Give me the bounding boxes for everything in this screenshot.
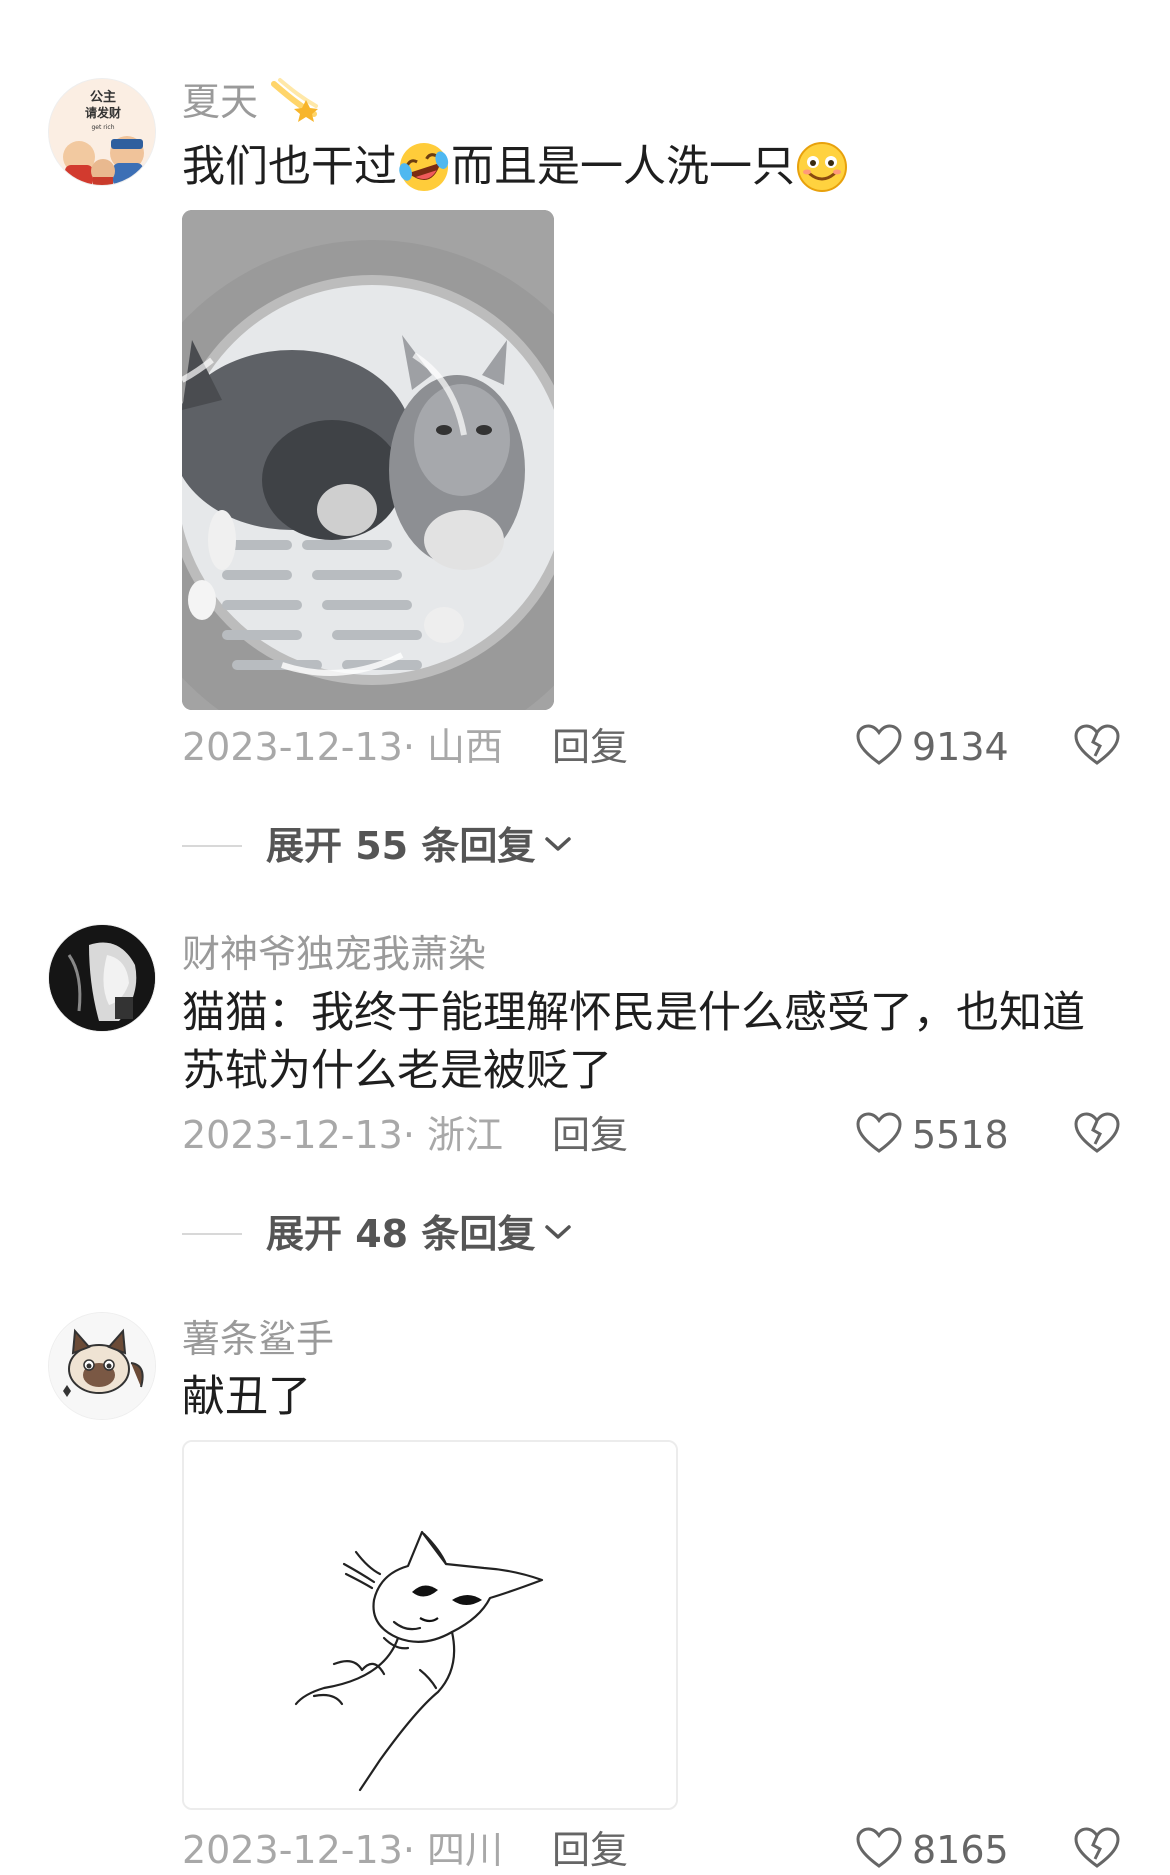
author-name-text[interactable]: 夏天 [182, 80, 258, 124]
avatar-text-3: get rich [92, 124, 115, 131]
avatar-text-1: 公主 [90, 89, 116, 105]
avatar-image: 公主 请发财 get rich [49, 79, 155, 185]
date-text: 2023-12-13 [182, 725, 403, 769]
comment-text-part-2: 而且是一人洗一只 [451, 142, 795, 192]
like-button[interactable]: 9134 [856, 723, 1009, 771]
broken-heart-icon [1074, 724, 1120, 770]
dislike-button[interactable] [1072, 723, 1122, 771]
comment-text: 献丑了 [182, 1372, 311, 1422]
heart-icon [856, 1112, 902, 1158]
comment-date: 2023-12-13· 四川 [182, 1826, 503, 1874]
laugh-cry-emoji [397, 140, 451, 199]
avatar-image [49, 1313, 155, 1419]
location-text: · 四川 [402, 1828, 504, 1872]
reply-button[interactable]: 回复 [552, 1111, 628, 1159]
expand-replies[interactable]: 展开 55 条回复 [182, 822, 573, 870]
expand-replies-label: 展开 55 条回复 [266, 824, 536, 868]
expand-replies[interactable]: 展开 48 条回复 [182, 1210, 573, 1258]
avatar-text-2: 请发财 [85, 105, 121, 120]
avatar[interactable] [48, 924, 156, 1032]
location-text: · 浙江 [402, 1113, 504, 1157]
divider [182, 1233, 242, 1235]
avatar[interactable]: 公主 请发财 get rich [48, 78, 156, 186]
author-name[interactable]: 财神爷独宠我萧染 [182, 930, 486, 978]
reply-button[interactable]: 回复 [552, 723, 628, 771]
comment-date: 2023-12-13· 浙江 [182, 1111, 503, 1159]
heart-icon [856, 1827, 902, 1873]
dislike-button[interactable] [1072, 1111, 1122, 1159]
date-text: 2023-12-13 [182, 1828, 403, 1872]
comment-text: 猫猫：我终于能理解怀民是什么感受了，也知道苏轼为什么老是被贬了 [182, 988, 1085, 1096]
comment-image[interactable] [182, 1440, 678, 1810]
divider [182, 845, 242, 847]
avatar-image [49, 925, 155, 1031]
broken-heart-icon [1074, 1112, 1120, 1158]
smile-emoji [795, 140, 849, 199]
like-button[interactable]: 8165 [856, 1826, 1009, 1874]
author-name[interactable]: 夏天 [182, 76, 322, 133]
cats-in-dryer-photo [182, 210, 554, 710]
comment-text-part-1: 我们也干过 [182, 142, 397, 192]
comment-date: 2023-12-13· 山西 [182, 723, 503, 771]
like-count: 5518 [912, 1113, 1009, 1157]
location-text: · 山西 [402, 725, 504, 769]
cat-sketch-drawing [184, 1442, 676, 1808]
date-text: 2023-12-13 [182, 1113, 403, 1157]
heart-icon [856, 724, 902, 770]
reply-button[interactable]: 回复 [552, 1826, 628, 1874]
like-count: 9134 [912, 725, 1009, 769]
comment-image[interactable] [182, 210, 554, 710]
comment-text: 我们也干过 而且是一人洗一只 [182, 138, 1122, 199]
expand-replies-label: 展开 48 条回复 [266, 1212, 536, 1256]
chevron-down-icon [543, 834, 573, 858]
author-name[interactable]: 薯条鲨手 [182, 1315, 334, 1363]
chevron-down-icon [543, 1222, 573, 1246]
broken-heart-icon [1074, 1827, 1120, 1873]
dislike-button[interactable] [1072, 1826, 1122, 1874]
like-button[interactable]: 5518 [856, 1111, 1009, 1159]
comet-icon [270, 76, 322, 133]
like-count: 8165 [912, 1828, 1009, 1872]
avatar[interactable] [48, 1312, 156, 1420]
